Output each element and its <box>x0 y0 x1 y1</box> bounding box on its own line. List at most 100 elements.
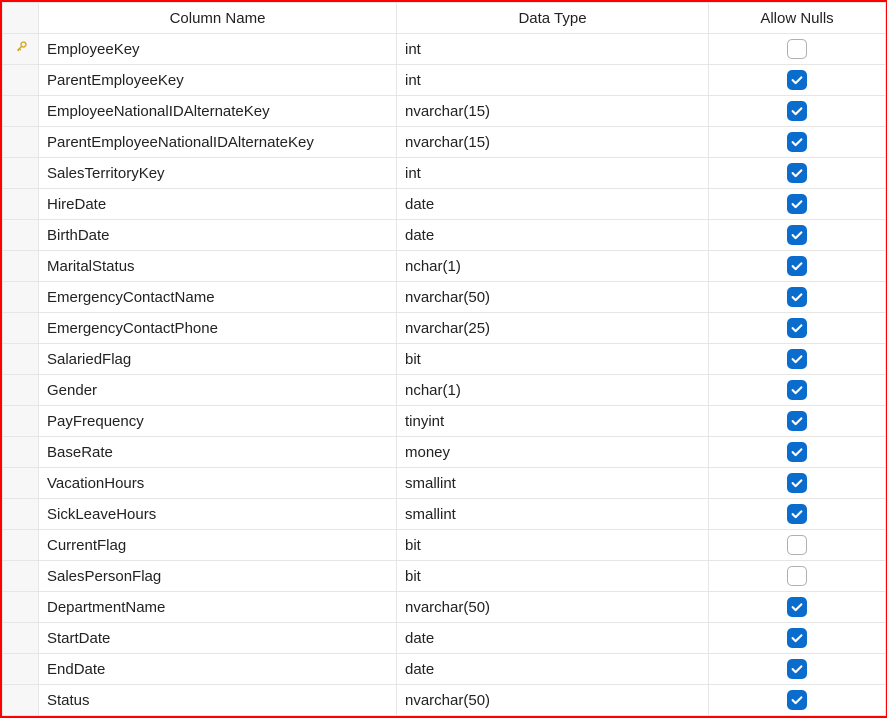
table-row[interactable]: SalariedFlagbit <box>3 344 886 375</box>
column-name-cell[interactable]: EmergencyContactName <box>39 282 397 313</box>
column-name-cell[interactable]: PayFrequency <box>39 406 397 437</box>
table-row[interactable]: SalesPersonFlagbit <box>3 561 886 592</box>
allow-nulls-checkbox[interactable] <box>787 442 807 462</box>
table-row[interactable]: EmergencyContactPhonenvarchar(25) <box>3 313 886 344</box>
data-type-cell[interactable]: bit <box>397 344 709 375</box>
table-row[interactable]: Gendernchar(1) <box>3 375 886 406</box>
column-name-cell[interactable]: EmergencyContactPhone <box>39 313 397 344</box>
column-name-cell[interactable]: EmployeeNationalIDAlternateKey <box>39 96 397 127</box>
column-name-cell[interactable]: SalariedFlag <box>39 344 397 375</box>
table-row[interactable]: SalesTerritoryKeyint <box>3 158 886 189</box>
row-selector[interactable] <box>3 406 39 437</box>
data-type-cell[interactable]: smallint <box>397 468 709 499</box>
allow-nulls-checkbox[interactable] <box>787 318 807 338</box>
allow-nulls-checkbox[interactable] <box>787 566 807 586</box>
table-row[interactable]: EndDatedate <box>3 654 886 685</box>
row-selector[interactable] <box>3 561 39 592</box>
table-row[interactable]: Statusnvarchar(50) <box>3 685 886 716</box>
table-row[interactable]: ParentEmployeeKeyint <box>3 65 886 96</box>
row-selector[interactable] <box>3 499 39 530</box>
column-name-cell[interactable]: VacationHours <box>39 468 397 499</box>
data-type-cell[interactable]: date <box>397 623 709 654</box>
allow-nulls-checkbox[interactable] <box>787 411 807 431</box>
row-selector[interactable] <box>3 220 39 251</box>
column-name-cell[interactable]: Gender <box>39 375 397 406</box>
data-type-cell[interactable]: int <box>397 65 709 96</box>
column-name-cell[interactable]: ParentEmployeeNationalIDAlternateKey <box>39 127 397 158</box>
column-name-cell[interactable]: Status <box>39 685 397 716</box>
column-name-cell[interactable]: EndDate <box>39 654 397 685</box>
allow-nulls-checkbox[interactable] <box>787 659 807 679</box>
data-type-cell[interactable]: nvarchar(25) <box>397 313 709 344</box>
table-row[interactable]: EmployeeKeyint <box>3 34 886 65</box>
data-type-cell[interactable]: date <box>397 654 709 685</box>
table-row[interactable]: BaseRatemoney <box>3 437 886 468</box>
row-selector[interactable] <box>3 65 39 96</box>
allow-nulls-checkbox[interactable] <box>787 473 807 493</box>
column-name-cell[interactable]: CurrentFlag <box>39 530 397 561</box>
row-selector[interactable] <box>3 468 39 499</box>
row-selector[interactable] <box>3 437 39 468</box>
allow-nulls-checkbox[interactable] <box>787 349 807 369</box>
row-selector[interactable] <box>3 251 39 282</box>
row-selector[interactable] <box>3 282 39 313</box>
allow-nulls-checkbox[interactable] <box>787 287 807 307</box>
row-selector[interactable] <box>3 127 39 158</box>
row-selector[interactable] <box>3 592 39 623</box>
table-row[interactable]: HireDatedate <box>3 189 886 220</box>
allow-nulls-checkbox[interactable] <box>787 380 807 400</box>
row-selector[interactable] <box>3 530 39 561</box>
allow-nulls-checkbox[interactable] <box>787 132 807 152</box>
data-type-cell[interactable]: nvarchar(15) <box>397 127 709 158</box>
column-name-cell[interactable]: SalesPersonFlag <box>39 561 397 592</box>
row-selector[interactable] <box>3 189 39 220</box>
row-selector[interactable] <box>3 375 39 406</box>
table-row[interactable]: VacationHourssmallint <box>3 468 886 499</box>
data-type-cell[interactable]: int <box>397 34 709 65</box>
allow-nulls-checkbox[interactable] <box>787 256 807 276</box>
table-row[interactable]: DepartmentNamenvarchar(50) <box>3 592 886 623</box>
data-type-cell[interactable]: nvarchar(50) <box>397 685 709 716</box>
column-name-cell[interactable]: BaseRate <box>39 437 397 468</box>
data-type-cell[interactable]: int <box>397 158 709 189</box>
table-row[interactable]: EmergencyContactNamenvarchar(50) <box>3 282 886 313</box>
table-row[interactable]: PayFrequencytinyint <box>3 406 886 437</box>
allow-nulls-checkbox[interactable] <box>787 163 807 183</box>
allow-nulls-checkbox[interactable] <box>787 690 807 710</box>
table-row[interactable]: EmployeeNationalIDAlternateKeynvarchar(1… <box>3 96 886 127</box>
data-type-cell[interactable]: nchar(1) <box>397 375 709 406</box>
data-type-cell[interactable]: smallint <box>397 499 709 530</box>
data-type-cell[interactable]: bit <box>397 530 709 561</box>
column-name-cell[interactable]: HireDate <box>39 189 397 220</box>
allow-nulls-checkbox[interactable] <box>787 504 807 524</box>
column-name-cell[interactable]: SickLeaveHours <box>39 499 397 530</box>
data-type-cell[interactable]: nvarchar(15) <box>397 96 709 127</box>
row-selector[interactable] <box>3 313 39 344</box>
data-type-cell[interactable]: nvarchar(50) <box>397 592 709 623</box>
row-selector[interactable] <box>3 158 39 189</box>
column-name-cell[interactable]: BirthDate <box>39 220 397 251</box>
column-name-cell[interactable]: MaritalStatus <box>39 251 397 282</box>
data-type-cell[interactable]: tinyint <box>397 406 709 437</box>
allow-nulls-checkbox[interactable] <box>787 597 807 617</box>
allow-nulls-checkbox[interactable] <box>787 225 807 245</box>
table-row[interactable]: ParentEmployeeNationalIDAlternateKeynvar… <box>3 127 886 158</box>
allow-nulls-checkbox[interactable] <box>787 194 807 214</box>
column-name-cell[interactable]: EmployeeKey <box>39 34 397 65</box>
row-selector[interactable] <box>3 344 39 375</box>
data-type-cell[interactable]: date <box>397 189 709 220</box>
allow-nulls-checkbox[interactable] <box>787 70 807 90</box>
data-type-cell[interactable]: bit <box>397 561 709 592</box>
allow-nulls-checkbox[interactable] <box>787 628 807 648</box>
column-name-cell[interactable]: ParentEmployeeKey <box>39 65 397 96</box>
table-row[interactable]: BirthDatedate <box>3 220 886 251</box>
row-selector[interactable] <box>3 623 39 654</box>
data-type-cell[interactable]: money <box>397 437 709 468</box>
data-type-cell[interactable]: nvarchar(50) <box>397 282 709 313</box>
row-selector[interactable] <box>3 96 39 127</box>
table-row[interactable]: MaritalStatusnchar(1) <box>3 251 886 282</box>
allow-nulls-checkbox[interactable] <box>787 535 807 555</box>
column-name-cell[interactable]: StartDate <box>39 623 397 654</box>
header-allow-nulls[interactable]: Allow Nulls <box>709 3 886 34</box>
table-row[interactable]: StartDatedate <box>3 623 886 654</box>
